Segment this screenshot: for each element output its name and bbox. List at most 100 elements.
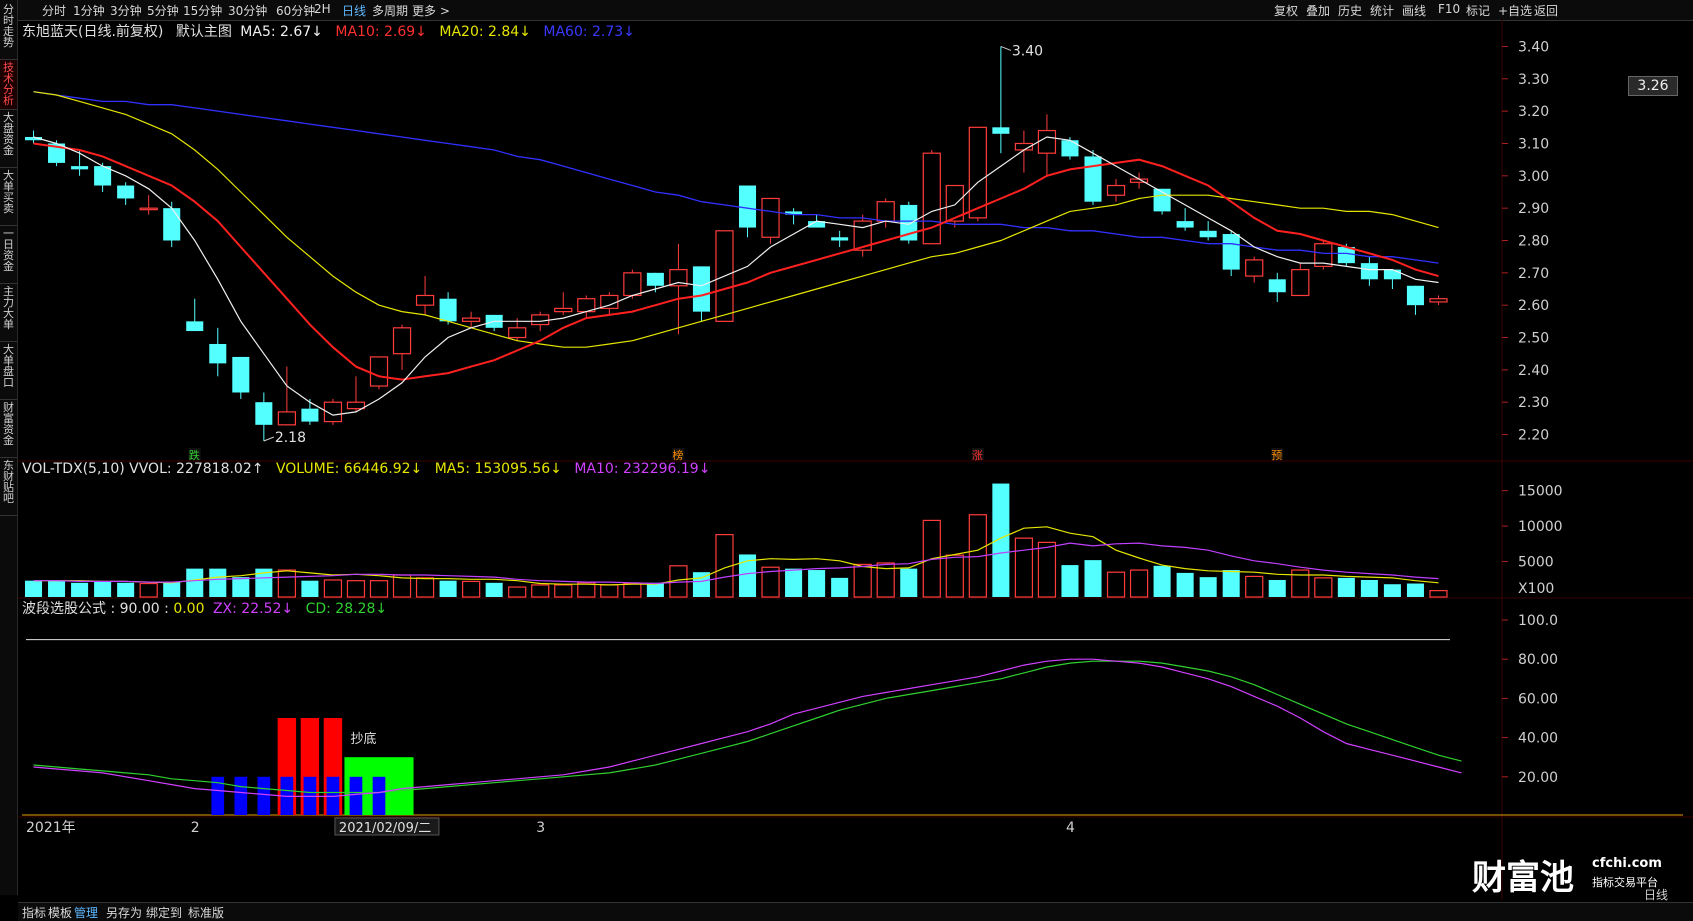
candle-body xyxy=(71,166,89,170)
candle-body xyxy=(415,294,435,306)
side-tab-2[interactable]: 大盘资金 xyxy=(0,110,17,168)
vol-tick-label: 15000 xyxy=(1518,484,1563,500)
side-tab-4[interactable]: 一日资金 xyxy=(0,226,17,284)
ma20-line xyxy=(33,91,1439,348)
period-tab-8[interactable]: 日线 xyxy=(342,2,366,19)
period-tab-1[interactable]: 1分钟 xyxy=(73,2,105,19)
side-tab-5[interactable]: 主力大单 xyxy=(0,284,17,342)
volume-bar xyxy=(346,580,366,598)
period-tab-2[interactable]: 3分钟 xyxy=(110,2,142,19)
volume-bar xyxy=(485,582,503,597)
candle-body xyxy=(992,127,1010,134)
candle-body xyxy=(623,272,642,297)
signal-bar xyxy=(349,776,363,815)
price-tick-label: 2.30 xyxy=(1518,395,1549,411)
tool-button-8[interactable]: 返回 xyxy=(1534,2,1558,19)
bottom-tool-3[interactable]: 另存为 xyxy=(106,904,142,921)
volume-bar xyxy=(508,586,527,598)
side-tab-1[interactable]: 技术分析 xyxy=(0,60,17,110)
side-tab-3[interactable]: 大单买卖 xyxy=(0,168,17,226)
volume-bar xyxy=(369,580,389,598)
volume-bar xyxy=(992,483,1010,597)
candle-body xyxy=(554,307,573,313)
high-marker-line xyxy=(1000,46,1012,51)
candle-body xyxy=(1429,298,1448,303)
candle-body xyxy=(761,197,780,238)
tool-button-3[interactable]: 统计 xyxy=(1370,2,1394,19)
bottom-tool-4[interactable]: 绑定到 xyxy=(146,904,182,921)
ind-name[interactable]: 波段选股公式 : 90.00 : xyxy=(22,601,169,617)
tool-button-5[interactable]: F10 xyxy=(1438,2,1460,16)
bottom-tool-5[interactable]: 标准版 xyxy=(188,904,224,921)
period-tab-7[interactable]: 2H xyxy=(314,2,331,16)
price-tick-label: 3.30 xyxy=(1518,72,1549,88)
price-tick-label: 2.70 xyxy=(1518,266,1549,282)
bottom-tool-2[interactable]: 管理 xyxy=(74,904,98,921)
price-tick-label: 2.20 xyxy=(1518,428,1549,444)
tool-button-0[interactable]: 复权 xyxy=(1274,2,1298,19)
volume-bar xyxy=(1268,579,1286,597)
candle-body xyxy=(1360,263,1378,280)
tool-button-4[interactable]: 画线 xyxy=(1402,2,1426,19)
price-tick-label: 3.40 xyxy=(1518,39,1549,55)
candle-body xyxy=(1084,156,1102,202)
side-tab-6[interactable]: 大单盘口 xyxy=(0,342,17,400)
volume-bar xyxy=(1129,569,1149,598)
period-tab-0[interactable]: 分时 xyxy=(42,2,66,19)
volume-bar xyxy=(646,582,664,597)
volume-legend: VOL-TDX(5,10) VVOL: 227818.02↑ VOLUME: 6… xyxy=(22,461,710,477)
price-tick-label: 3.10 xyxy=(1518,136,1549,152)
signal-bar xyxy=(234,776,248,815)
side-tab-bar: 分时走势 技术分析 大盘资金 大单买卖 一日资金 主力大单 大单盘口 财富资金 东财贴吧 xyxy=(0,0,18,895)
period-tab-4[interactable]: 15分钟 xyxy=(183,2,222,19)
period-tab-9[interactable]: 多周期 xyxy=(372,2,408,19)
low-marker-line xyxy=(263,436,275,442)
price-tick-label: 2.90 xyxy=(1518,201,1549,217)
candle-body xyxy=(232,356,250,393)
price-tick-label: 2.80 xyxy=(1518,234,1549,250)
bottom-tool-1[interactable]: 模板 xyxy=(48,904,72,921)
candle-body xyxy=(692,266,710,312)
stock-name[interactable]: 东旭蓝天(日线.前复权) xyxy=(22,24,163,40)
side-tab-7[interactable]: 财富资金 xyxy=(0,400,17,458)
candle-body xyxy=(1383,269,1401,280)
period-tab-6[interactable]: 60分钟 xyxy=(276,2,315,19)
period-tab-10[interactable]: 更多 > xyxy=(412,2,450,19)
volume-bar xyxy=(277,569,296,598)
volume-bar xyxy=(1153,565,1171,597)
candle-body xyxy=(139,207,158,211)
period-tab-3[interactable]: 5分钟 xyxy=(147,2,179,19)
volume-bar xyxy=(1106,571,1126,598)
volume-bar xyxy=(623,582,642,598)
side-tab-0[interactable]: 分时走势 xyxy=(0,2,17,60)
ind-v0: 0.00 xyxy=(173,601,205,617)
volume-bar xyxy=(554,584,573,598)
ind-zx: ZX: 22.52↓ xyxy=(212,601,294,617)
volume-bar xyxy=(209,568,227,597)
volume-bar xyxy=(1176,572,1194,597)
tool-button-7[interactable]: +自选 xyxy=(1498,2,1532,19)
period-tab-5[interactable]: 30分钟 xyxy=(228,2,267,19)
candle-body xyxy=(1176,221,1194,228)
tool-button-1[interactable]: 叠加 xyxy=(1306,2,1330,19)
volume-bar xyxy=(900,568,918,597)
volume-bar xyxy=(1222,570,1240,597)
vol-name[interactable]: VOL-TDX(5,10) VVOL: 227818.02↑ xyxy=(22,461,263,477)
tool-button-6[interactable]: 标记 xyxy=(1466,2,1490,19)
bottom-tool-0[interactable]: 指标 xyxy=(22,904,46,921)
chart-canvas[interactable]: 3.40 3.30 3.20 3.10 3.00 2.90 2.80 2.70 2.60 2.50… xyxy=(18,20,1693,900)
volume-bar xyxy=(808,570,826,597)
template-label[interactable]: 默认主图 xyxy=(176,24,232,40)
volume-bar xyxy=(439,580,457,597)
volume-bar xyxy=(1406,583,1424,597)
volume-bar xyxy=(462,580,481,598)
candle-body xyxy=(346,401,366,410)
candle-body xyxy=(392,327,412,355)
candle-body xyxy=(738,185,757,228)
candle-body xyxy=(1106,184,1126,196)
tool-button-2[interactable]: 历史 xyxy=(1338,2,1362,19)
event-marker: 预 xyxy=(1271,449,1282,462)
signal-label: 抄底 xyxy=(350,731,376,747)
volume-bar xyxy=(24,580,43,597)
side-tab-8[interactable]: 东财贴吧 xyxy=(0,458,17,516)
